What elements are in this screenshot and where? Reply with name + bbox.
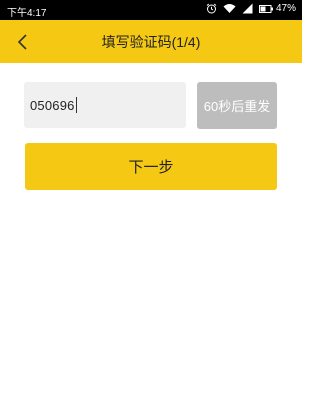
page-title: 填写验证码(1/4) [101,34,201,50]
resend-code-button[interactable]: 60秒后重发 [197,82,277,129]
signal-icon [242,3,253,14]
verification-code-input[interactable]: 050696 [24,82,186,128]
battery-icon [258,4,273,13]
battery-percent: 47% [275,3,296,14]
status-icons: 47% [206,3,296,14]
status-time: 下午4:17 [7,8,47,19]
verification-screen: 下午4:17 47% 填写验证码(1/4) 050696 60秒后重发 下一步 [0,0,302,420]
battery-indicator: 47% [258,3,296,14]
text-caret [75,97,77,113]
header-bar: 填写验证码(1/4) [0,20,302,63]
verification-code-value: 050696 [30,97,75,113]
status-bar: 下午4:17 47% [0,0,302,20]
alarm-icon [206,3,217,14]
next-step-button[interactable]: 下一步 [25,143,277,190]
wifi-icon [223,3,236,14]
